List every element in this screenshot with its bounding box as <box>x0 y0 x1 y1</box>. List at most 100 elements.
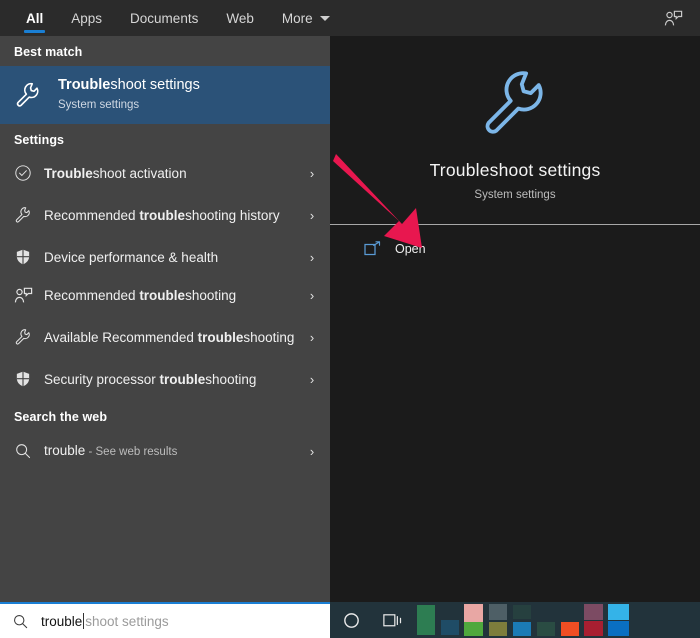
open-external-icon <box>364 241 381 256</box>
item-icon-wrap <box>14 206 44 224</box>
taskbar-app[interactable] <box>438 602 462 638</box>
taskbar-app[interactable] <box>462 602 486 638</box>
chevron-right-icon: › <box>309 371 315 387</box>
item-label-bold: trouble <box>197 329 244 345</box>
best-match-heading: Best match <box>14 45 83 59</box>
item-label-bold: trouble <box>139 207 186 223</box>
shield-icon <box>16 371 30 387</box>
tab-apps-label: Apps <box>71 10 103 26</box>
preview-subtitle: System settings <box>474 189 556 201</box>
best-match-item[interactable]: Troubleshoot settings System settings <box>0 66 330 124</box>
person-feedback-icon <box>14 287 33 302</box>
taskbar-app[interactable] <box>534 602 558 638</box>
list-item[interactable]: Available Recommended troubleshooting › <box>0 314 330 360</box>
item-label: Available Recommended troubleshooting <box>44 329 304 346</box>
tab-apps[interactable]: Apps <box>57 0 116 36</box>
taskbar-app[interactable] <box>558 602 582 638</box>
list-item[interactable]: Troubleshoot activation › <box>0 154 330 192</box>
tab-more-label: More <box>281 10 313 26</box>
taskbar-app[interactable] <box>414 602 438 638</box>
tab-web-label: Web <box>226 10 254 26</box>
wrench-icon <box>485 71 543 134</box>
item-label-suffix: shoot activation <box>92 165 187 181</box>
cortana-icon <box>343 612 359 628</box>
open-button-label: Open <box>395 241 426 256</box>
list-item[interactable]: Security processor troubleshooting › <box>0 360 330 398</box>
feedback-button[interactable] <box>654 0 692 36</box>
windows-search-screen: All Apps Documents Web More Best match T… <box>0 0 700 638</box>
chevron-right-icon: › <box>309 249 315 265</box>
tab-all-label: All <box>26 10 44 26</box>
tab-more[interactable]: More <box>268 0 344 36</box>
list-item[interactable]: Recommended troubleshooting › <box>0 276 330 314</box>
task-view-button[interactable] <box>372 602 414 638</box>
best-match-title: Troubleshoot settings <box>58 77 314 94</box>
item-label-suffix: shooting history <box>185 207 280 223</box>
item-label-prefix: Device performance & health <box>44 249 219 265</box>
item-label: Troubleshoot activation <box>44 165 304 182</box>
taskbar-app[interactable] <box>606 602 630 638</box>
item-icon-wrap <box>14 287 44 304</box>
search-results-panel: Best match Troubleshoot settings System … <box>0 36 330 602</box>
tab-list: All Apps Documents Web More <box>0 0 344 36</box>
item-label: Security processor troubleshooting <box>44 371 304 388</box>
person-feedback-icon <box>664 10 682 25</box>
preview-icon-wrap <box>330 36 700 140</box>
item-label-bold: trouble <box>139 287 186 303</box>
item-icon-wrap <box>14 248 44 266</box>
best-match-title-bold: Trouble <box>58 76 111 93</box>
item-label-prefix: Security processor <box>44 371 160 387</box>
web-heading: Search the web <box>14 410 108 424</box>
list-item[interactable]: Recommended troubleshooting history › <box>0 192 330 238</box>
search-input-value: trouble <box>41 613 83 629</box>
wrench-icon <box>15 207 30 223</box>
item-label-suffix: shooting <box>243 329 295 345</box>
item-label-suffix: shooting <box>205 371 257 387</box>
best-match-subtitle: System settings <box>58 98 140 111</box>
list-item[interactable]: Device performance & health › <box>0 238 330 276</box>
item-icon-wrap <box>14 370 44 388</box>
tab-web[interactable]: Web <box>212 0 268 36</box>
open-button[interactable]: Open <box>330 225 700 256</box>
best-match-text: Troubleshoot settings System settings <box>58 77 320 114</box>
tab-all[interactable]: All <box>12 0 57 36</box>
text-cursor <box>83 613 85 629</box>
search-icon <box>14 614 28 628</box>
taskbar-app-icons <box>414 602 630 638</box>
taskbar-search-box[interactable]: trouble shoot settings <box>0 602 330 638</box>
cortana-button[interactable] <box>330 602 372 638</box>
best-match-title-rest: shoot settings <box>110 76 200 93</box>
chevron-down-icon <box>319 15 330 21</box>
wrench-icon <box>15 329 30 345</box>
item-label-bold: Trouble <box>44 165 93 181</box>
web-result-query: trouble <box>44 442 86 458</box>
taskbar-app[interactable] <box>510 602 534 638</box>
web-result-suffix: - See web results <box>85 445 178 458</box>
item-icon-wrap <box>14 164 44 182</box>
taskbar-app[interactable] <box>486 602 510 638</box>
tab-active-underline <box>24 30 46 33</box>
tab-documents[interactable]: Documents <box>116 0 212 36</box>
item-label-bold: trouble <box>159 371 206 387</box>
item-label: Device performance & health <box>44 249 304 266</box>
best-match-icon-wrap <box>14 81 58 109</box>
preview-panel: Troubleshoot settings System settings Op… <box>330 36 700 602</box>
check-circle-icon <box>15 165 31 181</box>
search-tab-bar: All Apps Documents Web More <box>0 0 700 36</box>
chevron-right-icon: › <box>309 329 315 345</box>
item-label-suffix: shooting <box>185 287 237 303</box>
web-result-item[interactable]: trouble - See web results › <box>0 431 330 471</box>
shield-icon <box>16 249 30 265</box>
search-icon <box>16 444 31 459</box>
item-label: Recommended troubleshooting <box>44 287 304 304</box>
settings-heading: Settings <box>14 133 65 147</box>
wrench-icon <box>16 82 39 107</box>
taskbar-buttons <box>330 602 630 638</box>
chevron-right-icon: › <box>309 207 315 223</box>
search-input[interactable]: trouble shoot settings <box>41 613 169 629</box>
taskbar-app[interactable] <box>582 602 606 638</box>
taskbar: trouble shoot settings <box>0 602 700 638</box>
chevron-right-icon: › <box>309 165 315 181</box>
item-label-prefix: Recommended <box>44 287 140 303</box>
item-label-prefix: Available Recommended <box>44 329 198 345</box>
